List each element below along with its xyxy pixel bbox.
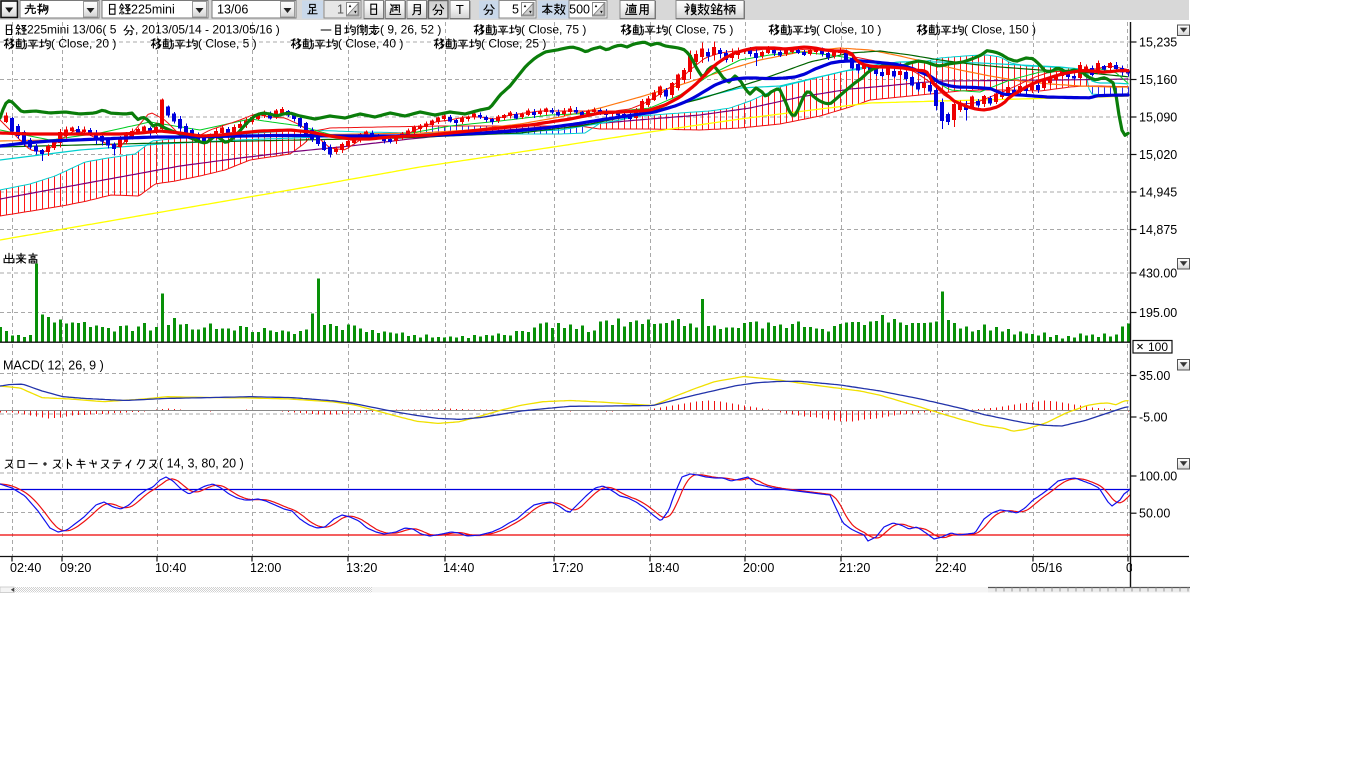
svg-text:100: 100 [1148, 340, 1168, 354]
svg-text:1: 1 [337, 3, 344, 17]
svg-text:20:00: 20:00 [743, 561, 774, 575]
svg-text:13:20: 13:20 [346, 561, 377, 575]
svg-text:17:20: 17:20 [552, 561, 583, 575]
svg-text:14,945: 14,945 [1139, 186, 1177, 200]
svg-text:05/16: 05/16 [1031, 561, 1062, 575]
svg-text:22:40: 22:40 [935, 561, 966, 575]
svg-text:14,875: 14,875 [1139, 223, 1177, 237]
svg-text:21:20: 21:20 [839, 561, 870, 575]
svg-text:( Close, 75 ): ( Close, 75 ) [668, 23, 733, 37]
svg-text:100.00: 100.00 [1139, 470, 1177, 484]
svg-text:195.00: 195.00 [1139, 306, 1177, 320]
svg-text:09:20: 09:20 [60, 561, 91, 575]
svg-text:( Close, 40 ): ( Close, 40 ) [338, 37, 403, 51]
svg-text:( Close, 25 ): ( Close, 25 ) [481, 37, 546, 51]
svg-text:35.00: 35.00 [1139, 369, 1170, 383]
svg-text:( Close, 150 ): ( Close, 150 ) [964, 23, 1036, 37]
svg-text:( Close, 10 ): ( Close, 10 ) [816, 23, 881, 37]
svg-text:T: T [456, 2, 464, 17]
svg-text:430.00: 430.00 [1139, 267, 1177, 281]
svg-text:-5.00: -5.00 [1139, 411, 1168, 425]
svg-text:( Close, 75 ): ( Close, 75 ) [521, 23, 586, 37]
svg-text:( Close, 20 ): ( Close, 20 ) [51, 37, 116, 51]
svg-text:18:40: 18:40 [648, 561, 679, 575]
svg-text:15,235: 15,235 [1139, 36, 1177, 50]
svg-text:15,090: 15,090 [1139, 111, 1177, 125]
svg-text:( 14, 3, 80, 20 ): ( 14, 3, 80, 20 ) [159, 457, 244, 471]
svg-text:, 2013/05/14 - 2013/05/16 ): , 2013/05/14 - 2013/05/16 ) [135, 23, 280, 37]
svg-text:14:40: 14:40 [443, 561, 474, 575]
svg-text:5: 5 [512, 3, 519, 17]
svg-text:225mini: 225mini [131, 2, 175, 16]
svg-text:10:40: 10:40 [155, 561, 186, 575]
svg-text:MACD( 12, 26, 9 ): MACD( 12, 26, 9 ) [3, 359, 104, 373]
svg-text:( Close, 5 ): ( Close, 5 ) [198, 37, 257, 51]
svg-text:500: 500 [569, 3, 590, 17]
svg-text:13/06: 13/06 [217, 2, 248, 16]
svg-text:225mini 13/06( 5: 225mini 13/06( 5 [27, 23, 117, 37]
svg-text:( 9, 26, 52 ): ( 9, 26, 52 ) [380, 23, 441, 37]
svg-text:12:00: 12:00 [250, 561, 281, 575]
svg-text:15,020: 15,020 [1139, 148, 1177, 162]
svg-text:50.00: 50.00 [1139, 507, 1170, 521]
svg-text:15,160: 15,160 [1139, 73, 1177, 87]
svg-text:02:40: 02:40 [10, 561, 41, 575]
